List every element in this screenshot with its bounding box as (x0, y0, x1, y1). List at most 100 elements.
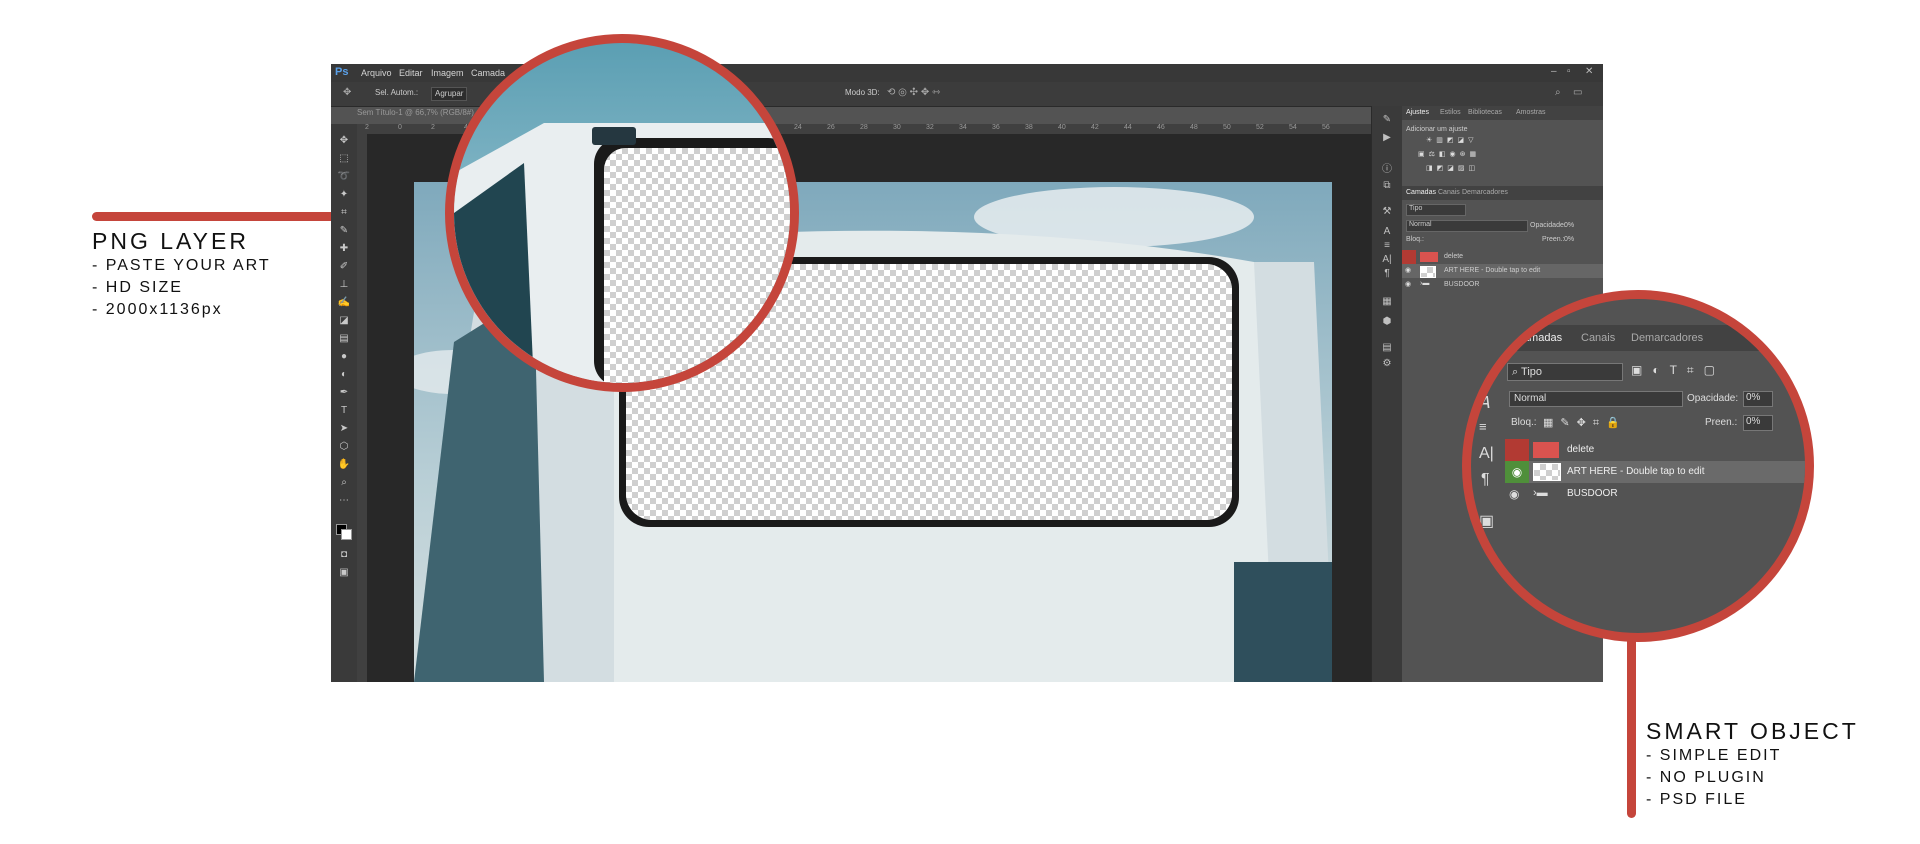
zoom-layer-row-art-here[interactable]: ◉ ART HERE - Double tap to edit (1505, 461, 1805, 483)
layer-filter-dropdown[interactable]: Tipo (1406, 204, 1466, 216)
gradient-icon[interactable]: ▤ (337, 332, 351, 345)
smart-object-line: - SIMPLE EDIT (1646, 747, 1782, 764)
zoom-layer-row-delete[interactable]: delete (1505, 439, 1805, 461)
move-tool-icon[interactable]: ✥ (343, 87, 351, 98)
swatches-icon[interactable]: ▣ (1479, 511, 1494, 531)
shape-icon[interactable]: ⬡ (337, 440, 351, 453)
tool-presets-icon[interactable]: ⚒ (1380, 206, 1394, 218)
orbit-3d-icon[interactable]: ⟲ ◎ ✣ ✥ ⇿ (887, 87, 940, 98)
zoom-eye-icon[interactable]: ◉ (1509, 487, 1519, 501)
layer-thumbnail (1420, 252, 1438, 262)
zoom-opacity-value[interactable]: 0% (1743, 391, 1773, 407)
paragraph-icon[interactable]: ¶ (1481, 471, 1490, 489)
zoom-tab-demarcadores[interactable]: Demarcadores (1631, 332, 1703, 344)
history-brush-icon[interactable]: ✍ (337, 296, 351, 309)
menu-editar[interactable]: Editar (399, 68, 423, 78)
layer-name: delete (1444, 253, 1464, 260)
ruler-tick-label: 26 (827, 124, 835, 131)
layer-row-art-here[interactable]: ◉ ART HERE - Double tap to edit (1402, 264, 1603, 278)
close-button[interactable]: ✕ (1585, 66, 1593, 77)
fill-label: Preen.: (1542, 236, 1565, 243)
blur-icon[interactable]: ● (337, 350, 351, 363)
character-icon[interactable]: 𝐴 (1479, 395, 1490, 413)
actions-play-icon[interactable]: ▶ (1380, 132, 1394, 144)
zoom-tab-canais[interactable]: Canais (1581, 332, 1615, 344)
fill-value[interactable]: 0% (1564, 236, 1574, 243)
tab-canais[interactable]: Canais (1438, 189, 1460, 196)
right-dock-icons: ✎ ▶ ⓘ ⧉ ⚒ A ≡ A| ¶ ▦ ⬢ ▤ ⚙ (1371, 106, 1402, 682)
minimize-button[interactable]: – (1551, 66, 1557, 77)
more-tools-icon[interactable]: ⋯ (337, 494, 351, 507)
eye-icon[interactable]: ◉ (1405, 266, 1411, 274)
ruler-tick-label: 52 (1256, 124, 1264, 131)
tab-bibliotecas[interactable]: Bibliotecas (1468, 109, 1502, 116)
crop-icon[interactable]: ⌗ (337, 206, 351, 219)
eraser-icon[interactable]: ◪ (337, 314, 351, 327)
quick-mask-icon[interactable]: ◘ (337, 548, 351, 561)
zoom-tab-camadas[interactable]: Camadas (1515, 332, 1562, 344)
tab-camadas[interactable]: Camadas (1406, 189, 1436, 196)
tab-demarcadores[interactable]: Demarcadores (1462, 189, 1508, 196)
lasso-icon[interactable]: ➰ (337, 170, 351, 183)
dodge-icon[interactable]: ◐ (337, 368, 351, 381)
layer-row-delete[interactable]: delete (1402, 250, 1603, 264)
timeline-icon[interactable]: ⚙ (1380, 358, 1394, 370)
auto-select-label[interactable]: Sel. Autom.: (375, 88, 418, 97)
zoom-icon[interactable]: ⌕ (337, 476, 351, 489)
zoom-filter-icons[interactable]: ▣◐T⌗▢ (1631, 363, 1725, 378)
clone-source-icon[interactable]: ⧉ (1380, 180, 1394, 192)
tab-estilos[interactable]: Estilos (1440, 109, 1461, 116)
zoom-eye-icon[interactable]: ◉ (1505, 461, 1529, 483)
pen-icon[interactable]: ✒ (337, 386, 351, 399)
ruler-tick-label: 36 (992, 124, 1000, 131)
magic-wand-icon[interactable]: ✦ (337, 188, 351, 201)
marquee-icon[interactable]: ⬚ (337, 152, 351, 165)
character-icon[interactable]: A (1380, 226, 1394, 238)
stamp-icon[interactable]: ⊥ (337, 278, 351, 291)
blend-mode-dropdown[interactable]: Normal (1406, 220, 1528, 232)
properties-icon[interactable]: ≡ (1479, 419, 1487, 434)
brush-settings-icon[interactable]: ✎ (1380, 114, 1394, 126)
zoom-visibility-red[interactable] (1505, 439, 1529, 461)
adjustment-icons-row-1[interactable]: ☀▥◩◪▽ (1426, 136, 1478, 144)
tab-amostras[interactable]: Amostras (1516, 109, 1546, 116)
layer-row-busdoor[interactable]: ◉ ›▬ BUSDOOR (1402, 278, 1603, 292)
eye-icon[interactable]: ◉ (1405, 280, 1411, 288)
eyedropper-icon[interactable]: ✎ (337, 224, 351, 237)
zoom-blend-mode[interactable]: Normal (1509, 391, 1683, 407)
zoom-layer-name: delete (1567, 444, 1595, 455)
opacity-value[interactable]: 0% (1564, 222, 1574, 229)
background-color-swatch[interactable] (341, 529, 352, 540)
glyphs-icon[interactable]: A| (1479, 445, 1494, 463)
brush-icon[interactable]: ✐ (337, 260, 351, 273)
notes-icon[interactable]: ▤ (1380, 342, 1394, 354)
hand-icon[interactable]: ✋ (337, 458, 351, 471)
zoom-fill-value[interactable]: 0% (1743, 415, 1773, 431)
search-icon[interactable]: ⌕ (1555, 87, 1561, 98)
swatches-icon[interactable]: ▦ (1380, 296, 1394, 308)
adjustment-icons-row-3[interactable]: ◨◩◪▨◫ (1426, 164, 1479, 172)
maximize-button[interactable]: ▫ (1567, 66, 1571, 77)
tab-ajustes[interactable]: Ajustes (1406, 109, 1429, 116)
visibility-toggle-red[interactable] (1402, 250, 1416, 264)
menu-arquivo[interactable]: Arquivo (361, 68, 392, 78)
move-icon[interactable]: ✥ (337, 134, 351, 147)
screen-mode-icon[interactable]: ▣ (337, 566, 351, 579)
glyphs-icon[interactable]: A| (1380, 254, 1394, 266)
properties-icon[interactable]: ≡ (1380, 240, 1394, 252)
healing-icon[interactable]: ✚ (337, 242, 351, 255)
3d-icon[interactable]: ⬢ (1380, 316, 1394, 328)
path-select-icon[interactable]: ➤ (337, 422, 351, 435)
zoom-filter-dropdown[interactable]: ⌕ Tipo (1507, 363, 1623, 381)
zoom-lock-icons[interactable]: ▦✎✥⌗🔒 (1543, 416, 1627, 430)
info-icon[interactable]: ⓘ (1380, 160, 1394, 175)
zoom-layer-row-busdoor[interactable]: ◉ ›▬ BUSDOOR (1505, 483, 1805, 505)
zoom-filter-label: Tipo (1521, 366, 1543, 378)
workspace-icon[interactable]: ▭ (1573, 87, 1582, 98)
paragraph-icon[interactable]: ¶ (1380, 268, 1394, 280)
smart-object-line: - NO PLUGIN (1646, 769, 1766, 786)
folder-icon: ›▬ (1420, 280, 1430, 287)
adjustment-icons-row-2[interactable]: ▣⚖◧◉⊛▦ (1418, 150, 1480, 158)
adjustments-tabs: Ajustes Estilos Bibliotecas Amostras (1402, 106, 1603, 120)
type-icon[interactable]: T (337, 404, 351, 417)
